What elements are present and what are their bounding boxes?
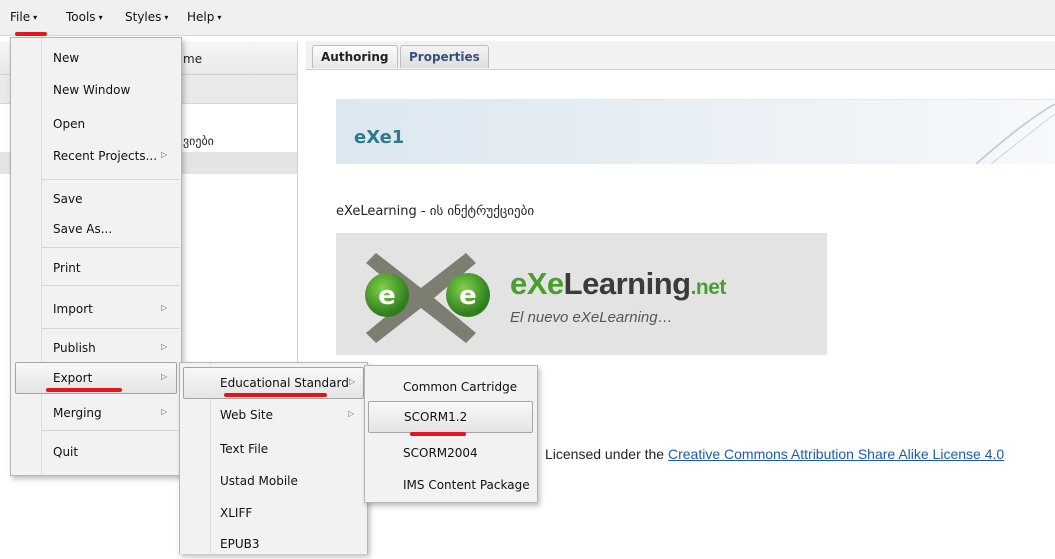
annotation-underline-export bbox=[46, 388, 122, 392]
tab-bar: Authoring Properties bbox=[306, 41, 1055, 70]
tab-properties[interactable]: Properties bbox=[400, 45, 489, 68]
menu-item-ustad-mobile[interactable]: Ustad Mobile bbox=[180, 466, 367, 496]
page-title: eXe1 bbox=[354, 127, 405, 148]
submenu-arrow-icon: ▷ bbox=[161, 407, 168, 416]
exelearning-logo-banner: e e eXeLearning.net El nuevo eXeLearning… bbox=[336, 233, 827, 355]
menu-item-scorm12[interactable]: SCORM1.2 bbox=[368, 401, 533, 433]
outline-header-label: me bbox=[183, 52, 203, 66]
menu-item-label: SCORM2004 bbox=[403, 446, 478, 460]
menu-separator bbox=[42, 285, 180, 286]
menu-separator bbox=[42, 328, 180, 329]
banner-swoosh bbox=[975, 103, 1055, 164]
chevron-down-icon: ▾ bbox=[164, 13, 169, 22]
logo-wordmark-suffix: Learning bbox=[563, 266, 691, 301]
menu-item-label: SCORM1.2 bbox=[404, 410, 468, 424]
menu-item-quit[interactable]: Quit bbox=[11, 437, 181, 467]
logo-wordmark-prefix: eXe bbox=[510, 266, 564, 301]
submenu-arrow-icon: ▷ bbox=[161, 150, 168, 159]
license-link[interactable]: Creative Commons Attribution Share Alike… bbox=[668, 446, 1004, 462]
menu-item-common-cartridge[interactable]: Common Cartridge bbox=[365, 372, 537, 402]
submenu-arrow-icon: ▷ bbox=[348, 409, 355, 418]
menu-item-label: Text File bbox=[220, 442, 269, 456]
submenu-arrow-icon: ▷ bbox=[161, 303, 168, 312]
submenu-arrow-icon: ▷ bbox=[161, 342, 168, 351]
menu-styles[interactable]: Styles ▾ bbox=[125, 10, 168, 24]
svg-text:e: e bbox=[378, 281, 396, 311]
menu-item-label: Export bbox=[53, 371, 93, 385]
menu-item-import[interactable]: Import ▷ bbox=[11, 294, 181, 324]
menu-separator bbox=[42, 430, 180, 431]
menu-item-label: Quit bbox=[53, 445, 79, 459]
menu-tools-label: Tools bbox=[66, 10, 96, 24]
submenu-arrow-icon: ▷ bbox=[161, 372, 168, 381]
menu-item-label: Publish bbox=[53, 341, 96, 355]
logo-wordmark: eXeLearning.net bbox=[510, 266, 726, 302]
menu-item-label: New Window bbox=[53, 83, 131, 97]
chevron-down-icon: ▾ bbox=[217, 13, 222, 22]
menu-item-open[interactable]: Open bbox=[11, 109, 181, 139]
menu-bar: File ▾ Tools ▾ Styles ▾ Help ▾ bbox=[0, 0, 1055, 36]
menu-item-label: Print bbox=[53, 261, 81, 275]
license-prefix: Licensed under the bbox=[545, 446, 668, 462]
menu-item-label: Save bbox=[53, 192, 83, 206]
menu-item-publish[interactable]: Publish ▷ bbox=[11, 333, 181, 363]
menu-item-label: Common Cartridge bbox=[403, 380, 518, 394]
menu-item-label: XLIFF bbox=[220, 506, 253, 520]
license-text: Licensed under the Creative Commons Attr… bbox=[545, 446, 1004, 462]
menu-item-label: Ustad Mobile bbox=[220, 474, 298, 488]
menu-item-label: EPUB3 bbox=[220, 537, 260, 551]
menu-styles-label: Styles bbox=[125, 10, 162, 24]
annotation-underline-educational-standard bbox=[224, 393, 327, 397]
menu-file-label: File bbox=[10, 10, 31, 24]
menu-item-merging[interactable]: Merging ▷ bbox=[11, 398, 181, 428]
menu-tools[interactable]: Tools ▾ bbox=[66, 10, 103, 24]
file-menu: New New Window Open Recent Projects... ▷ … bbox=[10, 37, 182, 476]
menu-item-text-file[interactable]: Text File bbox=[180, 434, 367, 464]
menu-item-label: New bbox=[53, 51, 80, 65]
intro-text: eXeLearning - ის ინქტრუქციები bbox=[336, 204, 535, 219]
menu-item-xliff[interactable]: XLIFF bbox=[180, 498, 367, 528]
menu-item-label: Merging bbox=[53, 406, 102, 420]
menu-help-label: Help bbox=[187, 10, 215, 24]
menu-item-label: Save As... bbox=[53, 222, 113, 236]
chevron-down-icon: ▾ bbox=[98, 13, 103, 22]
menu-item-label: Educational Standard bbox=[220, 376, 349, 390]
submenu-arrow-icon: ▷ bbox=[349, 377, 356, 386]
annotation-underline-file bbox=[15, 32, 47, 36]
menu-item-recent-projects[interactable]: Recent Projects... ▷ bbox=[11, 141, 181, 171]
logo-wordmark-net: .net bbox=[690, 276, 727, 299]
menu-item-label: Web Site bbox=[220, 408, 274, 422]
svg-text:e: e bbox=[459, 281, 477, 311]
menu-item-ims-content-package[interactable]: IMS Content Package bbox=[365, 470, 537, 500]
tab-authoring[interactable]: Authoring bbox=[312, 45, 398, 68]
menu-item-web-site[interactable]: Web Site ▷ bbox=[180, 400, 367, 430]
chevron-down-icon: ▾ bbox=[33, 13, 38, 22]
menu-item-new-window[interactable]: New Window bbox=[11, 75, 181, 105]
menu-item-save-as[interactable]: Save As... bbox=[11, 214, 181, 244]
menu-help[interactable]: Help ▾ bbox=[187, 10, 221, 24]
exe-logo-icon: e e bbox=[365, 253, 490, 343]
menu-item-scorm2004[interactable]: SCORM2004 bbox=[365, 438, 537, 468]
outline-node-label[interactable]: ვიები bbox=[183, 134, 214, 148]
menu-item-save[interactable]: Save bbox=[11, 184, 181, 214]
logo-tagline: El nuevo eXeLearning… bbox=[510, 309, 673, 326]
menu-separator bbox=[42, 247, 180, 248]
menu-item-label: IMS Content Package bbox=[403, 478, 530, 492]
menu-separator bbox=[42, 179, 180, 180]
menu-item-label: Recent Projects... bbox=[53, 149, 158, 163]
page-banner: eXe1 bbox=[336, 99, 1055, 164]
menu-item-new[interactable]: New bbox=[11, 43, 181, 73]
menu-item-label: Open bbox=[53, 117, 86, 131]
export-submenu: Educational Standard ▷ Web Site ▷ Text Fil… bbox=[179, 362, 368, 554]
annotation-underline-scorm12 bbox=[410, 432, 466, 436]
menu-file[interactable]: File ▾ bbox=[10, 10, 37, 24]
menu-item-label: Import bbox=[53, 302, 93, 316]
menu-item-print[interactable]: Print bbox=[11, 253, 181, 283]
menu-item-epub3[interactable]: EPUB3 bbox=[180, 529, 367, 559]
